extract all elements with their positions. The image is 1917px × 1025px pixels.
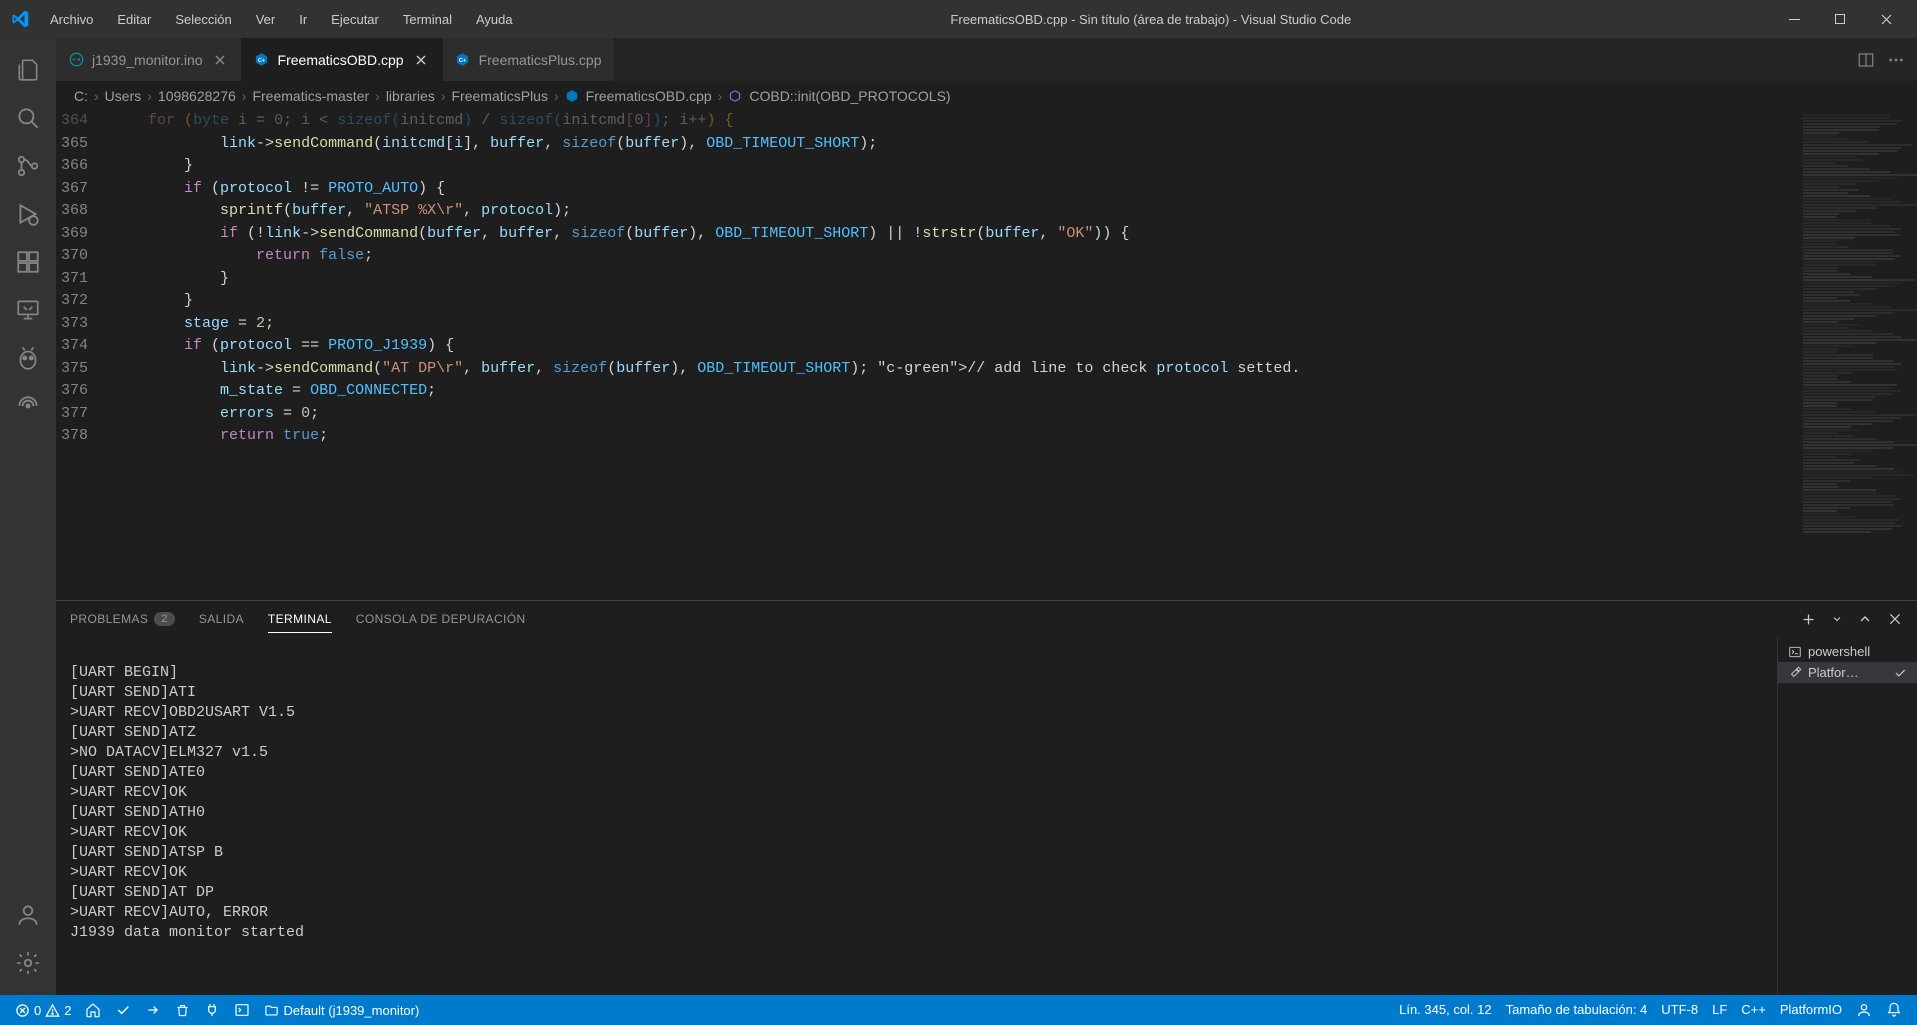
breadcrumb-symbol[interactable]: COBD::init(OBD_PROTOCOLS) [728, 88, 950, 104]
panel-tabs: PROBLEMAS2 SALIDA TERMINAL CONSOLA DE DE… [56, 601, 1917, 637]
status-cursor-position[interactable]: Lín. 345, col. 12 [1392, 1002, 1499, 1017]
line-numbers: 3643653663673683693703713723733743753763… [56, 110, 104, 600]
panel-tab-problemas[interactable]: PROBLEMAS2 [70, 606, 175, 632]
bottom-panel: PROBLEMAS2 SALIDA TERMINAL CONSOLA DE DE… [56, 600, 1917, 995]
status-project-env[interactable]: Default (j1939_monitor) [257, 995, 426, 1025]
tab-freematics-obd[interactable]: C+ FreematicsOBD.cpp [242, 38, 443, 81]
status-trash-icon[interactable] [168, 995, 197, 1025]
maximize-button[interactable] [1825, 4, 1855, 34]
close-icon[interactable] [211, 51, 229, 69]
svg-text:C+: C+ [459, 58, 467, 64]
status-bar: 0 2 Default (j1939_monitor) Lín. 345, co… [0, 995, 1917, 1025]
check-icon [1893, 666, 1907, 680]
split-editor-icon[interactable] [1857, 51, 1875, 69]
breadcrumb-segment[interactable]: Users [105, 88, 142, 104]
breadcrumbs[interactable]: C:› Users› 1098628276› Freematics-master… [56, 82, 1917, 110]
settings-gear-icon[interactable] [4, 939, 52, 987]
menu-bar: Archivo Editar Selección Ver Ir Ejecutar… [40, 8, 523, 31]
tab-freematics-plus[interactable]: C+ FreematicsPlus.cpp [443, 38, 615, 81]
run-debug-icon[interactable] [4, 190, 52, 238]
svg-text:C+: C+ [258, 58, 266, 64]
menu-ayuda[interactable]: Ayuda [466, 8, 523, 31]
code-editor[interactable]: 3643653663673683693703713723733743753763… [56, 110, 1799, 600]
warning-icon [45, 1003, 60, 1018]
platformio-icon[interactable] [4, 334, 52, 382]
status-eol[interactable]: LF [1705, 1002, 1734, 1017]
breadcrumb-file[interactable]: FreematicsOBD.cpp [565, 88, 712, 104]
terminal-icon [1788, 645, 1802, 659]
tab-label: FreematicsPlus.cpp [479, 52, 602, 68]
code-content[interactable]: for (byte i = 0; i < sizeof(initcmd) / s… [104, 110, 1799, 600]
folder-icon [264, 1003, 279, 1018]
terminal-item-powershell[interactable]: powershell [1778, 641, 1917, 662]
minimap[interactable] [1799, 110, 1917, 600]
close-panel-icon[interactable] [1887, 611, 1903, 628]
split-terminal-dropdown-icon[interactable] [1831, 611, 1843, 628]
panel-tab-terminal[interactable]: TERMINAL [268, 606, 332, 633]
menu-editar[interactable]: Editar [107, 8, 161, 31]
remote-icon[interactable] [4, 286, 52, 334]
status-encoding[interactable]: UTF-8 [1654, 1002, 1705, 1017]
status-build-icon[interactable] [108, 995, 138, 1025]
status-language[interactable]: C++ [1734, 1002, 1773, 1017]
terminal-item-platformio[interactable]: Platfor… [1778, 662, 1917, 683]
more-actions-icon[interactable] [1887, 51, 1905, 69]
menu-ver[interactable]: Ver [246, 8, 286, 31]
status-indentation[interactable]: Tamaño de tabulación: 4 [1499, 1002, 1655, 1017]
status-errors-warnings[interactable]: 0 2 [8, 995, 78, 1025]
status-bell-icon[interactable] [1879, 1002, 1909, 1018]
search-icon[interactable] [4, 94, 52, 142]
terminal-item-label: powershell [1808, 644, 1870, 659]
breadcrumb-segment[interactable]: 1098628276 [158, 88, 236, 104]
vscode-logo-icon [8, 7, 32, 31]
breadcrumb-segment[interactable]: C: [74, 88, 88, 104]
menu-archivo[interactable]: Archivo [40, 8, 103, 31]
status-upload-icon[interactable] [138, 995, 168, 1025]
close-button[interactable] [1871, 4, 1901, 34]
window-title: FreematicsOBD.cpp - Sin título (área de … [523, 12, 1779, 27]
arduino-file-icon [68, 52, 84, 68]
menu-ir[interactable]: Ir [289, 8, 317, 31]
source-control-icon[interactable] [4, 142, 52, 190]
editor-tabs: j1939_monitor.ino C+ FreematicsOBD.cpp C… [56, 38, 1917, 82]
status-feedback-icon[interactable] [1849, 1002, 1879, 1018]
tab-label: FreematicsOBD.cpp [278, 52, 404, 68]
problems-badge: 2 [154, 612, 175, 626]
terminal-item-label: Platfor… [1808, 665, 1859, 680]
cpp-file-icon: C+ [455, 52, 471, 68]
accounts-icon[interactable] [4, 891, 52, 939]
tab-j1939-monitor[interactable]: j1939_monitor.ino [56, 38, 242, 81]
breadcrumb-segment[interactable]: Freematics-master [252, 88, 369, 104]
error-icon [15, 1003, 30, 1018]
editor-area: j1939_monitor.ino C+ FreematicsOBD.cpp C… [56, 38, 1917, 995]
activity-bar [0, 38, 56, 995]
tab-label: j1939_monitor.ino [92, 52, 203, 68]
breadcrumb-segment[interactable]: libraries [386, 88, 435, 104]
menu-ejecutar[interactable]: Ejecutar [321, 8, 389, 31]
explorer-icon[interactable] [4, 46, 52, 94]
tools-icon [1788, 666, 1802, 680]
status-home-icon[interactable] [78, 995, 108, 1025]
close-icon[interactable] [412, 51, 430, 69]
terminal-output[interactable]: [UART BEGIN] [UART SEND]ATI >UART RECV]O… [56, 637, 1777, 995]
terminal-list: powershell Platfor… [1777, 637, 1917, 995]
title-bar: Archivo Editar Selección Ver Ir Ejecutar… [0, 0, 1917, 38]
extensions-icon[interactable] [4, 238, 52, 286]
breadcrumb-segment[interactable]: FreematicsPlus [452, 88, 548, 104]
status-platformio[interactable]: PlatformIO [1773, 1002, 1849, 1017]
minimize-button[interactable] [1779, 4, 1809, 34]
cpp-file-icon: C+ [254, 52, 270, 68]
live-icon[interactable] [4, 382, 52, 430]
panel-tab-salida[interactable]: SALIDA [199, 606, 244, 632]
editor-body: 3643653663673683693703713723733743753763… [56, 110, 1917, 600]
new-terminal-icon[interactable] [1800, 611, 1817, 628]
maximize-panel-icon[interactable] [1857, 611, 1873, 628]
panel-tab-debug-console[interactable]: CONSOLA DE DEPURACIÓN [356, 606, 526, 632]
status-serial-plug-icon[interactable] [197, 995, 227, 1025]
window-controls [1779, 4, 1909, 34]
menu-terminal[interactable]: Terminal [393, 8, 462, 31]
menu-seleccion[interactable]: Selección [165, 8, 241, 31]
status-terminal-icon[interactable] [227, 995, 257, 1025]
